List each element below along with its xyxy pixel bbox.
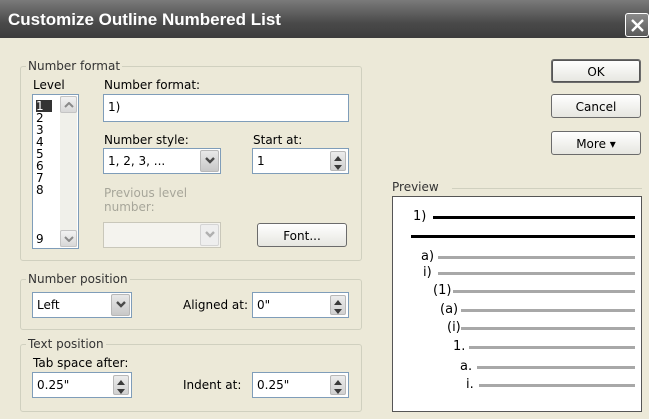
preview-line [477,366,635,369]
tab-space-label: Tab space after: [33,356,129,370]
preview-label: (a) [440,302,459,317]
arrow-up-icon [334,300,342,305]
level-item-8[interactable]: 8 [36,184,52,196]
indent-at-value: 0.25" [257,378,290,392]
window-title: Customize Outline Numbered List [8,10,281,29]
arrow-up-icon [334,380,342,385]
arrow-down-icon [117,389,125,394]
preview-label: i. [466,377,474,392]
preview-label: 1) [413,209,427,224]
alignment-dropdown[interactable]: Left [32,292,132,318]
arrow-up-icon [334,156,342,161]
preview-line [438,272,635,275]
level-label: Level [33,78,65,92]
arrow-down-icon [334,165,342,170]
number-format-legend: Number format [26,59,123,73]
preview-pane: 1) a) i) (1) (a) (i) 1. a. i. [392,196,642,412]
tab-space-value: 0.25" [37,378,70,392]
more-button[interactable]: More ▾ [551,131,641,155]
close-icon [631,19,644,32]
preview-legend: Preview [392,180,439,194]
more-button-label: More ▾ [576,137,616,151]
previous-level-label: Previous level number: [104,186,188,214]
number-style-dropdown-button[interactable] [200,150,219,172]
preview-label: (1) [433,283,452,298]
ok-button-label: OK [587,65,605,79]
preview-line [461,309,635,312]
cancel-button[interactable]: Cancel [551,94,641,118]
font-button[interactable]: Font... [257,223,347,247]
preview-label: 1. [453,339,466,354]
preview-line [433,216,635,219]
alignment-value: Left [37,298,60,312]
number-format-field[interactable]: 1) [103,94,349,122]
number-style-label: Number style: [104,133,189,147]
preview-line [469,346,635,349]
scroll-up-button[interactable] [60,96,77,113]
chevron-down-icon [116,301,126,308]
number-style-value: 1, 2, 3, ... [108,154,166,168]
chevron-down-icon [64,236,74,242]
previous-level-dropdown-button [200,224,219,246]
start-at-spinner[interactable]: 1 [252,148,349,174]
arrow-down-icon [334,309,342,314]
preview-label: (i) [447,320,461,335]
level-item-9[interactable]: 9 [36,233,52,245]
scroll-down-button[interactable] [60,230,77,247]
number-format-label: Number format: [104,78,201,92]
preview-line [411,235,635,238]
previous-level-dropdown [103,222,221,248]
text-position-legend: Text position [26,337,106,351]
aligned-at-value: 0" [257,298,271,312]
number-format-value: 1) [108,100,121,114]
number-position-legend: Number position [26,272,130,286]
preview-line [453,290,635,293]
arrow-down-icon [334,389,342,394]
start-at-value: 1 [257,154,265,168]
alignment-dropdown-button[interactable] [111,294,130,316]
close-button[interactable] [625,13,649,37]
number-style-dropdown[interactable]: 1, 2, 3, ... [103,148,221,174]
cancel-button-label: Cancel [575,100,617,114]
title-bar: Customize Outline Numbered List [0,0,649,38]
preview-divider [452,188,642,189]
preview-line [461,327,635,330]
chevron-down-icon [205,157,215,164]
tab-space-spinner[interactable]: 0.25" [32,372,132,398]
arrow-up-icon [117,380,125,385]
font-button-label: Font... [283,229,321,243]
indent-at-spinner[interactable]: 0.25" [252,372,349,398]
preview-label: a) [421,249,435,264]
chevron-down-icon [205,231,215,238]
chevron-up-icon [64,102,74,108]
tab-space-spin-buttons[interactable] [113,375,129,395]
preview-label: i) [423,265,432,280]
preview-line [479,384,635,387]
preview-line [438,256,635,259]
indent-at-spin-buttons[interactable] [330,375,346,395]
level-list-scrollbar[interactable] [60,96,77,247]
aligned-at-spin-buttons[interactable] [330,295,346,315]
start-at-spin-buttons[interactable] [330,151,346,171]
aligned-at-spinner[interactable]: 0" [252,292,349,318]
indent-at-label: Indent at: [183,378,242,392]
aligned-at-label: Aligned at: [183,298,249,312]
level-list[interactable]: 123456789 [32,94,79,249]
preview-label: a. [460,359,473,374]
start-at-label: Start at: [253,133,303,147]
ok-button[interactable]: OK [551,59,641,83]
